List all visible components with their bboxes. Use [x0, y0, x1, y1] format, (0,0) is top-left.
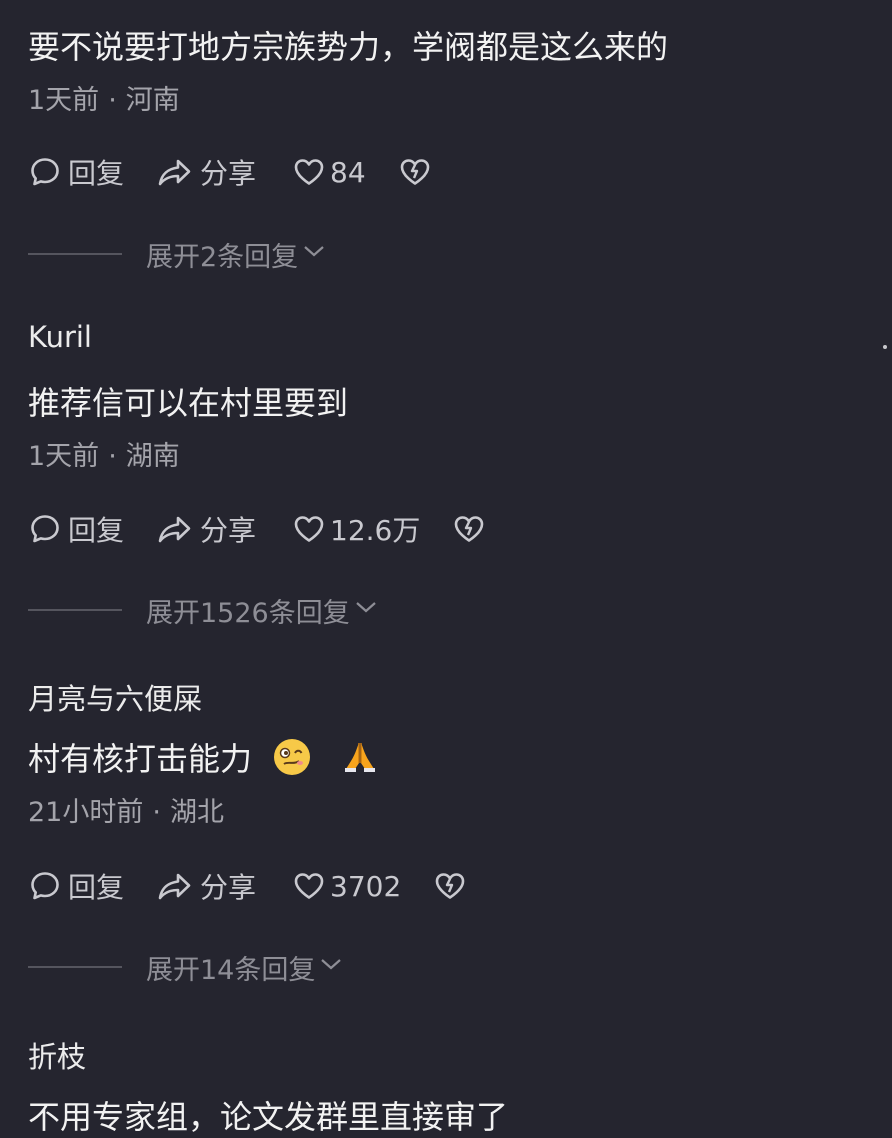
comment-time: 21小时前 [28, 797, 144, 828]
dislike-button[interactable] [452, 512, 486, 546]
expand-replies-button[interactable]: 展开2条回复 [146, 235, 298, 274]
like-count: 84 [330, 155, 366, 189]
share-arrow-icon [156, 512, 194, 546]
share-label: 分享 [200, 514, 257, 547]
broken-heart-icon [452, 512, 486, 546]
comment-username[interactable]: Kuril [28, 320, 92, 354]
expand-replies: 展开14条回复 [28, 947, 343, 987]
heart-icon [292, 869, 326, 903]
woozy-face-emoji [272, 737, 312, 785]
chevron-down-icon [350, 595, 378, 626]
comment-time: 1天前 [28, 85, 100, 116]
expand-replies-button[interactable]: 展开1526条回复 [146, 591, 350, 630]
comment-text: 村有核打击能力 [28, 740, 253, 778]
share-button[interactable]: 分享 [156, 866, 256, 906]
share-button[interactable]: 分享 [156, 509, 256, 549]
divider [28, 609, 122, 611]
chevron-down-icon [298, 239, 326, 270]
like-button[interactable]: 84 [292, 155, 366, 189]
comment-bubble-icon [28, 512, 62, 546]
share-arrow-icon [156, 155, 194, 189]
comment-location: 湖南 [125, 441, 180, 472]
like-count: 3702 [330, 869, 402, 903]
comment-time: 1天前 [28, 441, 100, 472]
comment-meta: 21小时前 · 湖北 [28, 790, 224, 829]
comment-bubble-icon [28, 155, 62, 189]
reply-button[interactable]: 回复 [28, 509, 124, 549]
divider [28, 253, 122, 255]
comment-meta: 1天前 · 湖南 [28, 434, 180, 473]
comment-username[interactable]: 折枝 [28, 1034, 86, 1076]
reply-label: 回复 [68, 871, 125, 904]
dislike-button[interactable] [433, 869, 467, 903]
chevron-down-icon [315, 952, 343, 983]
meta-separator: · [108, 85, 117, 116]
reply-label: 回复 [68, 157, 125, 190]
expand-replies: 展开1526条回复 [28, 590, 378, 630]
comment-list: 要不说要打地方宗族势力，学阀都是这么来的 1天前 · 河南 回复 分享 84 展… [0, 0, 892, 1136]
comment-text: 推荐信可以在村里要到 [28, 384, 349, 422]
share-button[interactable]: 分享 [156, 152, 256, 192]
expand-replies-button[interactable]: 展开14条回复 [146, 948, 315, 987]
heart-icon [292, 155, 326, 189]
comment-bubble-icon [28, 869, 62, 903]
expand-replies: 展开2条回复 [28, 234, 326, 274]
comment-text: 不用专家组，论文发群里直接审了 [28, 1098, 509, 1136]
comment-text-row: 村有核打击能力 [28, 734, 380, 785]
heart-icon [292, 512, 326, 546]
comment-username[interactable]: 月亮与六便屎 [28, 676, 202, 718]
like-button[interactable]: 12.6万 [292, 509, 420, 549]
broken-heart-icon [398, 155, 432, 189]
comment-actions: 回复 分享 84 [28, 152, 432, 192]
folded-hands-emoji [340, 737, 380, 785]
share-label: 分享 [200, 157, 257, 190]
reply-label: 回复 [68, 514, 125, 547]
share-arrow-icon [156, 869, 194, 903]
comment-actions: 回复 分享 3702 [28, 866, 467, 906]
meta-separator: · [108, 441, 117, 472]
reply-button[interactable]: 回复 [28, 866, 124, 906]
comment-meta: 1天前 · 河南 [28, 78, 180, 117]
scroll-indicator [883, 345, 887, 349]
divider [28, 966, 122, 968]
dislike-button[interactable] [398, 155, 432, 189]
broken-heart-icon [433, 869, 467, 903]
comment-text: 要不说要打地方宗族势力，学阀都是这么来的 [28, 28, 669, 66]
comment-location: 河南 [125, 85, 180, 116]
comment-actions: 回复 分享 12.6万 [28, 509, 486, 549]
share-label: 分享 [200, 871, 257, 904]
reply-button[interactable]: 回复 [28, 152, 124, 192]
like-button[interactable]: 3702 [292, 869, 401, 903]
like-count: 12.6万 [330, 514, 421, 547]
comment-location: 湖北 [169, 797, 224, 828]
meta-separator: · [152, 797, 161, 828]
